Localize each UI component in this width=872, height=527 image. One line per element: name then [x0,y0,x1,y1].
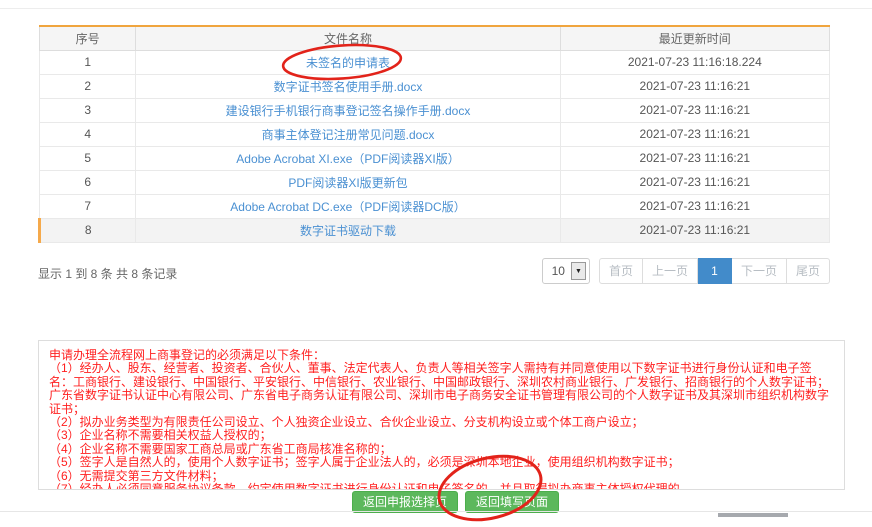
page-size-value: 10 [543,264,570,278]
top-divider [0,8,872,9]
current-page-button[interactable]: 1 [698,258,732,284]
next-page-button[interactable]: 下一页 [732,258,787,284]
row-index: 3 [40,98,136,122]
column-header-index: 序号 [40,26,136,50]
file-download-link[interactable]: 建设银行手机银行商事登记签名操作手册.docx [226,104,471,118]
notice-line: （3）企业名称不需要相关权益人授权的； [49,429,834,442]
file-table: 序号 文件名称 最近更新时间 1 未签名的申请表 2021-07-23 11:1… [38,25,830,243]
file-name-cell: 数字证书驱动下载 [136,218,560,242]
updated-time: 2021-07-23 11:16:18.224 [560,50,829,74]
file-name-cell: 数字证书签名使用手册.docx [136,74,560,98]
back-to-declare-select-button[interactable]: 返回申报选择页 [352,491,458,513]
table-row: 5 Adobe Acrobat XI.exe（PDF阅读器XI版） 2021-0… [40,146,830,170]
prev-page-button[interactable]: 上一页 [643,258,698,284]
last-page-button[interactable]: 尾页 [787,258,830,284]
notice-line: （7）经办人必须同意服务协议条款，约定使用数字证书进行身份认证和电子签名的，并且… [49,483,834,490]
file-download-link[interactable]: Adobe Acrobat DC.exe（PDF阅读器DC版） [230,200,465,214]
row-index: 5 [40,146,136,170]
bottom-action-buttons: 返回申报选择页 返回填写页面 [352,491,559,513]
file-download-link[interactable]: 数字证书签名使用手册.docx [274,80,423,94]
table-row: 8 数字证书驱动下载 2021-07-23 11:16:21 [40,218,830,242]
table-header-row: 序号 文件名称 最近更新时间 [40,26,830,50]
table-row: 6 PDF阅读器XI版更新包 2021-07-23 11:16:21 [40,170,830,194]
file-name-cell: Adobe Acrobat XI.exe（PDF阅读器XI版） [136,146,560,170]
row-index: 7 [40,194,136,218]
table-row: 3 建设银行手机银行商事登记签名操作手册.docx 2021-07-23 11:… [40,98,830,122]
file-name-cell: 商事主体登记注册常见问题.docx [136,122,560,146]
file-name-cell: 建设银行手机银行商事登记签名操作手册.docx [136,98,560,122]
bottom-divider [0,511,872,512]
row-index: 1 [40,50,136,74]
updated-time: 2021-07-23 11:16:21 [560,218,829,242]
file-download-link[interactable]: 数字证书驱动下载 [300,224,396,238]
file-download-link[interactable]: PDF阅读器XI版更新包 [288,176,407,190]
table-row: 2 数字证书签名使用手册.docx 2021-07-23 11:16:21 [40,74,830,98]
scrollbar-thumb[interactable] [718,513,788,517]
file-download-link[interactable]: 未签名的申请表 [306,56,390,70]
pagination-bar: 显示 1 到 8 条 共 8 条记录 10 ▼ 首页 上一页 1 下一页 尾页 [38,257,830,287]
requirements-notice-box: 申请办理全流程网上商事登记的必须满足以下条件： （1）经办人、股东、经营者、投资… [38,340,845,490]
record-count-summary: 显示 1 到 8 条 共 8 条记录 [38,265,177,282]
updated-time: 2021-07-23 11:16:21 [560,122,829,146]
notice-line: （5）签字人是自然人的，使用个人数字证书；签字人属于企业法人的，必须是深圳本地企… [49,456,834,469]
row-index: 4 [40,122,136,146]
notice-line: （1）经办人、股东、经营者、投资者、合伙人、董事、法定代表人、负责人等相关签字人… [49,362,834,416]
first-page-button[interactable]: 首页 [599,258,643,284]
row-index: 8 [40,218,136,242]
table-row: 1 未签名的申请表 2021-07-23 11:16:18.224 [40,50,830,74]
updated-time: 2021-07-23 11:16:21 [560,194,829,218]
pagination-controls: 10 ▼ 首页 上一页 1 下一页 尾页 [542,258,830,284]
file-download-link[interactable]: 商事主体登记注册常见问题.docx [262,128,435,142]
file-download-link[interactable]: Adobe Acrobat XI.exe（PDF阅读器XI版） [236,152,459,166]
updated-time: 2021-07-23 11:16:21 [560,74,829,98]
updated-time: 2021-07-23 11:16:21 [560,98,829,122]
updated-time: 2021-07-23 11:16:21 [560,170,829,194]
chevron-down-icon: ▼ [571,262,586,280]
file-name-cell: 未签名的申请表 [136,50,560,74]
column-header-updated: 最近更新时间 [560,26,829,50]
file-name-cell: PDF阅读器XI版更新包 [136,170,560,194]
table-row: 7 Adobe Acrobat DC.exe（PDF阅读器DC版） 2021-0… [40,194,830,218]
back-to-fill-page-button[interactable]: 返回填写页面 [465,491,559,513]
row-index: 2 [40,74,136,98]
page-size-select[interactable]: 10 ▼ [542,258,590,284]
file-name-cell: Adobe Acrobat DC.exe（PDF阅读器DC版） [136,194,560,218]
table-row: 4 商事主体登记注册常见问题.docx 2021-07-23 11:16:21 [40,122,830,146]
column-header-filename: 文件名称 [136,26,560,50]
page-button-group: 首页 上一页 1 下一页 尾页 [599,258,830,284]
updated-time: 2021-07-23 11:16:21 [560,146,829,170]
file-table-container: 序号 文件名称 最近更新时间 1 未签名的申请表 2021-07-23 11:1… [38,25,830,243]
row-index: 6 [40,170,136,194]
